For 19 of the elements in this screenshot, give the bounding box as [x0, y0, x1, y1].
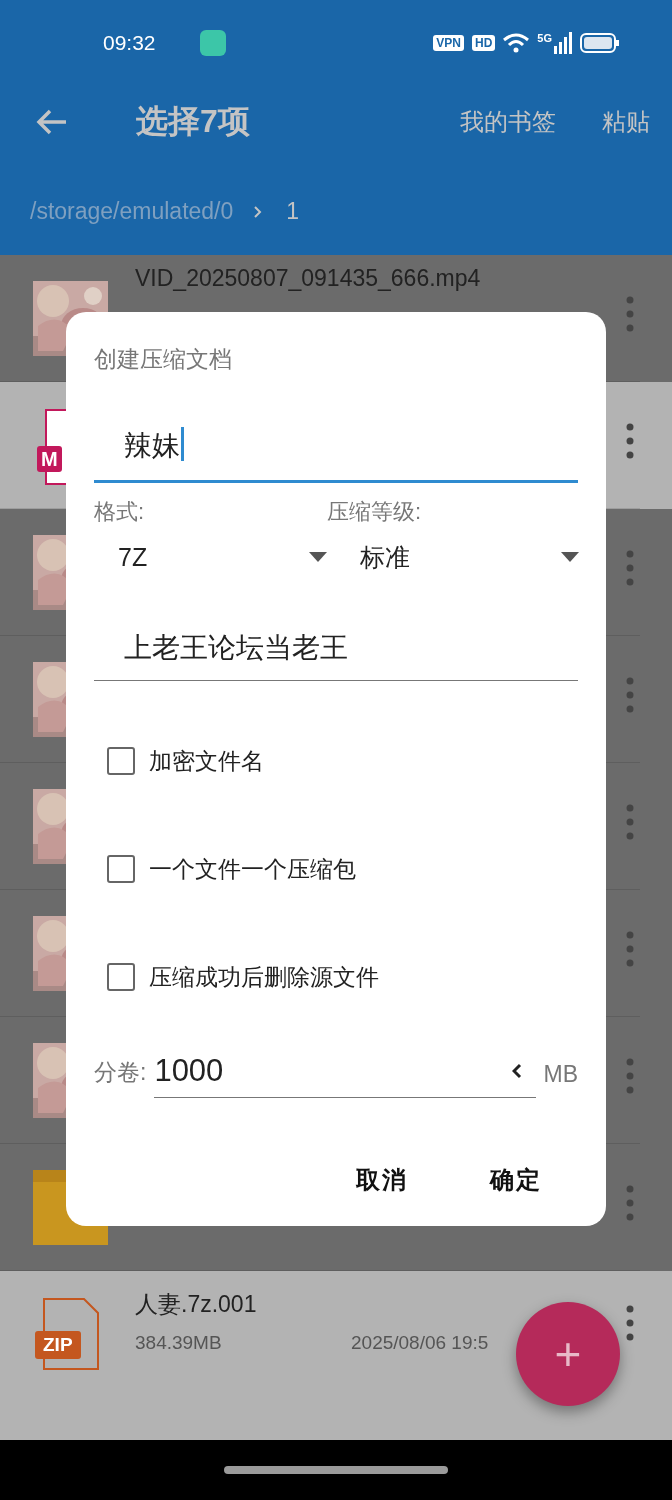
field-label: 压缩等级:	[327, 498, 423, 526]
file-size: 384.39MB	[135, 1332, 223, 1354]
file-type-badge: ZIP	[35, 1331, 81, 1359]
status-badge: VPN	[433, 35, 464, 51]
field-label: 分卷:	[94, 1058, 147, 1087]
network-label: 5G	[537, 32, 552, 44]
screen-title: 选择7项	[136, 102, 250, 141]
checkbox-label: 加密文件名	[149, 746, 264, 776]
file-name: 人妻.7z.001	[135, 1290, 258, 1319]
status-badge: HD	[471, 35, 496, 51]
checkbox-label: 一个文件一个压缩包	[149, 854, 356, 884]
file-date: 2025/08/06 19:5	[351, 1332, 489, 1354]
file-type-badge: M	[37, 446, 62, 472]
checkbox-label: 压缩成功后删除源文件	[149, 962, 379, 992]
clock: 09:32	[103, 31, 156, 55]
dialog-title: 创建压缩文档	[94, 345, 233, 374]
field-label: 格式:	[94, 498, 146, 526]
unit-label: MB	[543, 1061, 578, 1089]
file-name: VID_20250807_091435_666.mp4	[135, 265, 482, 292]
